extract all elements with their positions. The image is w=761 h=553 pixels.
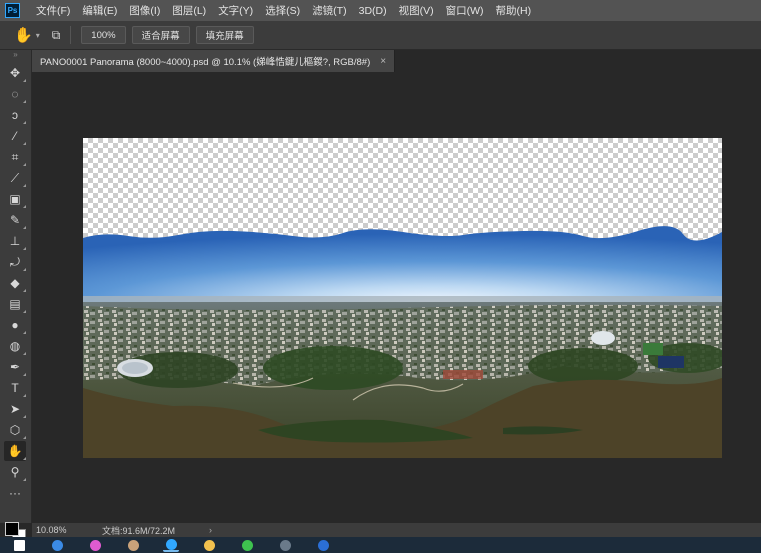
document-tab-bar: PANO0001 Panorama (8000~4000).psd @ 10.1… — [32, 50, 761, 72]
edge-browser-glyph-icon — [51, 539, 63, 551]
document-size-info: 文档:91.6M/72.2M — [102, 525, 176, 536]
healing-brush-tool-icon[interactable]: ▣ — [4, 189, 26, 209]
file-explorer-icon[interactable] — [201, 538, 217, 552]
clone-stamp-tool-icon[interactable]: ⊥ — [4, 231, 26, 251]
options-divider — [70, 26, 72, 44]
word-app-glyph-icon — [317, 539, 329, 551]
wechat-app-glyph-icon — [241, 539, 253, 551]
chevron-down-icon[interactable]: ▾ — [36, 31, 40, 40]
zoom-100-button[interactable]: 100% — [81, 26, 126, 44]
canvas-area[interactable] — [32, 72, 761, 523]
foreground-color-swatch[interactable] — [5, 522, 19, 536]
user-avatar-app-icon[interactable] — [125, 538, 141, 552]
eyedropper-tool-icon[interactable]: ⟋ — [4, 168, 26, 188]
panel-collapse-icon[interactable]: » — [0, 50, 31, 62]
colorful-app-glyph-icon — [89, 539, 101, 551]
photoshop-logo-icon: Ps — [5, 3, 20, 18]
word-app-icon[interactable] — [315, 538, 331, 552]
type-tool-icon[interactable]: T — [4, 378, 26, 398]
monitor-app-icon[interactable] — [277, 538, 293, 552]
menu-file[interactable]: 文件(F) — [30, 3, 76, 18]
menu-select[interactable]: 选择(S) — [259, 3, 306, 18]
history-brush-tool-icon[interactable]: ⤾ — [4, 252, 26, 272]
menu-layer[interactable]: 图层(L) — [166, 3, 212, 18]
crop-tool-icon[interactable]: ⌗ — [4, 147, 26, 167]
menu-image[interactable]: 图像(I) — [123, 3, 166, 18]
zoom-level[interactable]: 10.08% — [36, 525, 94, 535]
file-explorer-glyph-icon — [203, 539, 215, 551]
menu-view[interactable]: 视图(V) — [393, 3, 440, 18]
fill-screen-button[interactable]: 填充屏幕 — [195, 26, 254, 44]
status-bar: 10.08% 文档:91.6M/72.2M › — [32, 523, 761, 537]
wechat-app-icon[interactable] — [239, 538, 255, 552]
menu-help[interactable]: 帮助(H) — [490, 3, 538, 18]
brush-tool-icon[interactable]: ✎ — [4, 210, 26, 230]
status-menu-arrow-icon[interactable]: › — [209, 525, 212, 535]
gradient-tool-icon[interactable]: ▤ — [4, 294, 26, 314]
colorful-app-icon[interactable] — [87, 538, 103, 552]
fit-screen-button[interactable]: 适合屏幕 — [131, 26, 190, 44]
eraser-tool-icon[interactable]: ◆ — [4, 273, 26, 293]
windows-taskbar — [0, 537, 761, 553]
tools-panel: » ✥ ◌ ↄ ⁄ ⌗ ⟋ ▣ ✎ ⊥ ⤾ ◆ ▤ ● ◍ ✒ T ➤ ⬡ ✋ ⚲ ··· — [0, 50, 32, 543]
edge-browser-icon[interactable] — [49, 538, 65, 552]
user-avatar-app-glyph-icon — [127, 539, 139, 551]
magic-wand-tool-icon[interactable]: ⁄ — [4, 126, 26, 146]
photoshop-app-glyph-icon — [165, 538, 177, 550]
monitor-app-glyph-icon — [279, 539, 291, 551]
menu-window[interactable]: 窗口(W) — [440, 3, 490, 18]
menu-filter[interactable]: 滤镜(T) — [306, 3, 352, 18]
windows-start-icon[interactable] — [11, 538, 27, 552]
blur-tool-icon[interactable]: ● — [4, 315, 26, 335]
close-icon[interactable]: × — [380, 56, 386, 67]
options-bar: ✋ ▾ ⧉ 100% 适合屏幕 填充屏幕 — [0, 21, 761, 50]
move-tool-icon[interactable]: ✥ — [4, 63, 26, 83]
menu-edit[interactable]: 编辑(E) — [76, 3, 123, 18]
menu-type[interactable]: 文字(Y) — [212, 3, 259, 18]
zoom-tool-icon[interactable]: ⚲ — [4, 462, 26, 482]
document-tab[interactable]: PANO0001 Panorama (8000~4000).psd @ 10.1… — [32, 50, 396, 72]
hand-tool-icon[interactable]: ✋ — [4, 441, 26, 461]
scroll-all-windows-icon[interactable]: ⧉ — [52, 28, 61, 43]
menu-bar: Ps 文件(F) 编辑(E) 图像(I) 图层(L) 文字(Y) 选择(S) 滤… — [0, 0, 761, 21]
photoshop-app-icon[interactable] — [163, 538, 179, 552]
document-tab-title: PANO0001 Panorama (8000~4000).psd @ 10.1… — [40, 57, 371, 68]
hand-icon[interactable]: ✋ — [14, 26, 33, 44]
panorama-image — [83, 226, 722, 458]
menu-3d[interactable]: 3D(D) — [353, 5, 393, 17]
path-selection-tool-icon[interactable]: ➤ — [4, 399, 26, 419]
windows-start-glyph-icon — [13, 539, 25, 551]
lasso-tool-icon[interactable]: ↄ — [4, 105, 26, 125]
more-tools-icon[interactable]: ··· — [4, 483, 26, 503]
dodge-tool-icon[interactable]: ◍ — [4, 336, 26, 356]
shape-tool-icon[interactable]: ⬡ — [4, 420, 26, 440]
pen-tool-icon[interactable]: ✒ — [4, 357, 26, 377]
document-canvas[interactable] — [83, 138, 722, 458]
marquee-tool-icon[interactable]: ◌ — [4, 84, 26, 104]
